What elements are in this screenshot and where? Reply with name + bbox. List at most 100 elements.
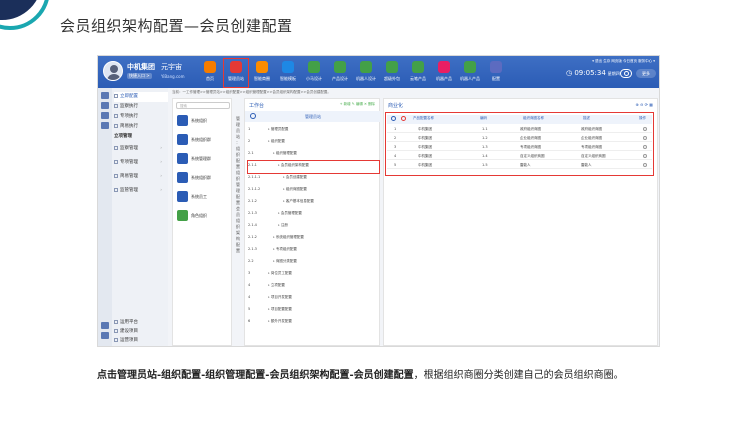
left-nav-label: 角色组织 — [191, 213, 207, 218]
header-links[interactable]: ▾ 退出 生存 网页版 今日首页 服务中心 ▾ — [592, 59, 655, 64]
workspace-panel: 工作台 + 新增 ✎ 编辑 ✕ 删除 管理员站 1 管理员配置 2 组织配置 2.1 组织… — [244, 98, 381, 346]
clock: ◷ 09:05:34 星期四 — [566, 69, 620, 77]
tag-icon[interactable] — [101, 332, 109, 339]
tree-row-number: 5 — [248, 307, 251, 311]
tree-row-label: 客户基本信息配置 — [283, 197, 314, 205]
folder-icon[interactable] — [101, 122, 109, 129]
slide-caption: 点击管理员站-组织配置-组织管理配置-会员组织架构配置-会员创建配置，根据组织商… — [97, 366, 657, 386]
sidebar-item-label: 监管管理 — [120, 188, 138, 193]
monitor-icon[interactable] — [101, 112, 109, 119]
tree-row-label: 会员管理配置 — [278, 209, 302, 217]
tree-row[interactable]: 2.1.2 系统组织管理配置 — [245, 233, 381, 241]
sidebar-item-label: 监察管理 — [120, 146, 138, 151]
org-icon — [177, 153, 188, 164]
checkbox-icon — [114, 113, 118, 118]
highlight-frame-table — [385, 112, 654, 176]
sidebar-item-6[interactable]: 专项管理 › — [114, 156, 168, 169]
sidebar-item-4[interactable]: 立项管理 — [114, 132, 168, 142]
list-icon[interactable] — [101, 102, 109, 109]
tree-row[interactable]: 1 管理员配置 — [245, 125, 381, 133]
left-nav-item-5[interactable]: 角色组织 — [177, 208, 231, 224]
sidebar-item-label: 建设项目 — [120, 329, 138, 334]
tree-row-number: 2.2 — [248, 259, 254, 263]
checkbox-icon — [114, 159, 118, 164]
app-logo-sub: YiBang.com — [161, 74, 185, 79]
nav-item-10[interactable]: 机器人产品 — [458, 59, 482, 87]
workspace-toolbar[interactable]: + 新增 ✎ 编辑 ✕ 删除 — [340, 102, 375, 107]
tree-row[interactable]: 2.1.1.1 会员创建配置 — [245, 173, 381, 181]
top-nav: 首页 管理员站 智能商圈 智能模板 小马设计 产品设计 机器人设计 超级外包 云笔产品 机器产品机… — [198, 58, 510, 88]
tree-row[interactable]: 2.1.3 会员管理配置 — [245, 209, 381, 217]
tree-row[interactable]: 4 项目开发配置 — [245, 293, 381, 301]
left-search-input[interactable]: 搜索 — [176, 102, 230, 109]
sidebar-item-7[interactable]: 简易管理 › — [114, 170, 168, 183]
sidebar-bottom-item-2[interactable]: 运营项目 — [114, 336, 168, 346]
tree-row[interactable]: 2.1 组织管理配置 — [245, 149, 381, 157]
sidebar-item-2[interactable]: 专项执行 — [114, 112, 168, 122]
tree-row-number: 2.1.2 — [248, 199, 257, 203]
left-nav-item-4[interactable]: 系统员工 — [177, 189, 231, 205]
nav-item-4[interactable]: 小马设计 — [302, 59, 326, 87]
workspace-column-label: 管理员站 — [305, 114, 321, 119]
workspace-header: 管理员站 — [245, 111, 381, 122]
nav-icon — [204, 61, 216, 73]
left-nav-item-1[interactable]: 系统组织群 — [177, 132, 231, 148]
nav-item-5[interactable]: 产品设计 — [328, 59, 352, 87]
nav-icon — [490, 61, 502, 73]
tree-row[interactable]: 2.2 商圈分类配置 — [245, 257, 381, 265]
tree-row-label: 专项组织配置 — [273, 245, 297, 253]
checkbox-icon — [114, 187, 118, 192]
sidebar-item-1[interactable]: 监察执行 — [114, 102, 168, 112]
nav-item-7[interactable]: 超级外包 — [380, 59, 404, 87]
tree-row-label: 注册 — [278, 221, 288, 229]
tree-row[interactable]: 5 项目配置配置 — [245, 305, 381, 313]
tree-row-label: 岗位员工配置 — [268, 269, 292, 277]
tree-row[interactable]: 2.1.1.2 组织商圈配置 — [245, 185, 381, 193]
app-screenshot: 中机集团 快捷入口 > 元宇宙 YiBang.com 首页 管理员站 智能商圈 智能模… — [97, 55, 660, 347]
sidebar: 立即配置 监察执行 专项执行 简易执行 立项管理 监察管理 › 专项管理 › 简易管理 › 监管管理 ›… — [98, 88, 168, 346]
left-nav-label: 系统组织 — [191, 118, 207, 123]
nav-icon — [334, 61, 346, 73]
sidebar-item-5[interactable]: 监察管理 › — [114, 142, 168, 155]
left-nav-item-3[interactable]: 系统组织群 — [177, 170, 231, 186]
left-nav-item-0[interactable]: 系统组织 — [177, 113, 231, 129]
nav-item-6[interactable]: 机器人设计 — [354, 59, 378, 87]
workspace-title: 工作台 — [249, 103, 265, 109]
nav-item-0[interactable]: 首页 — [198, 59, 222, 87]
left-nav-label: 系统组织群 — [191, 175, 211, 180]
left-nav-item-2[interactable]: 系统管理群 — [177, 151, 231, 167]
sidebar-item-label: 立即配置 — [120, 94, 138, 99]
quick-entry[interactable]: 快捷入口 > — [127, 73, 152, 79]
table-toolbar[interactable]: ⊕ ⊖ ⟳ ▦ — [635, 102, 653, 107]
tree-row[interactable]: 4 立项配置 — [245, 281, 381, 289]
search-icon[interactable] — [620, 69, 632, 78]
tree-row-number: 2.1.1.1 — [248, 175, 261, 179]
sidebar-item-3[interactable]: 简易执行 — [114, 122, 168, 132]
sidebar-item-0[interactable]: 立即配置 — [114, 92, 168, 102]
nav-item-9[interactable]: 机器产品 — [432, 59, 456, 87]
chevron-right-icon: › — [160, 174, 162, 179]
user-icon[interactable] — [101, 322, 109, 329]
checkbox-icon — [114, 103, 118, 108]
tree-row[interactable]: 2.1.2 客户基本信息配置 — [245, 197, 381, 205]
tree-row[interactable]: 2.1.3 专项组织配置 — [245, 245, 381, 253]
nav-item-11[interactable]: 配置 — [484, 59, 508, 87]
nav-item-1[interactable]: 管理员站 — [223, 58, 249, 88]
sidebar-item-label: 立项管理 — [114, 134, 132, 139]
tree-row-number: 4 — [248, 283, 251, 287]
tree-row[interactable]: 2.1.4 注册 — [245, 221, 381, 229]
menu-icon[interactable] — [101, 92, 109, 99]
nav-icon — [438, 61, 450, 73]
tree-row[interactable]: 2 组织配置 — [245, 137, 381, 145]
more-button[interactable]: 更多 — [636, 69, 656, 78]
nav-item-2[interactable]: 智能商圈 — [250, 59, 274, 87]
tree-row[interactable]: 6 额外开发配置 — [245, 317, 381, 325]
tree-row[interactable]: 3 岗位员工配置 — [245, 269, 381, 277]
sidebar-item-label: 专项执行 — [120, 114, 138, 119]
tree-row-label: 组织配置 — [268, 137, 285, 145]
avatar[interactable] — [103, 61, 123, 81]
sidebar-item-8[interactable]: 监管管理 › — [114, 184, 168, 197]
nav-item-3[interactable]: 智能模板 — [276, 59, 300, 87]
nav-item-8[interactable]: 云笔产品 — [406, 59, 430, 87]
search-icon[interactable] — [250, 113, 256, 119]
